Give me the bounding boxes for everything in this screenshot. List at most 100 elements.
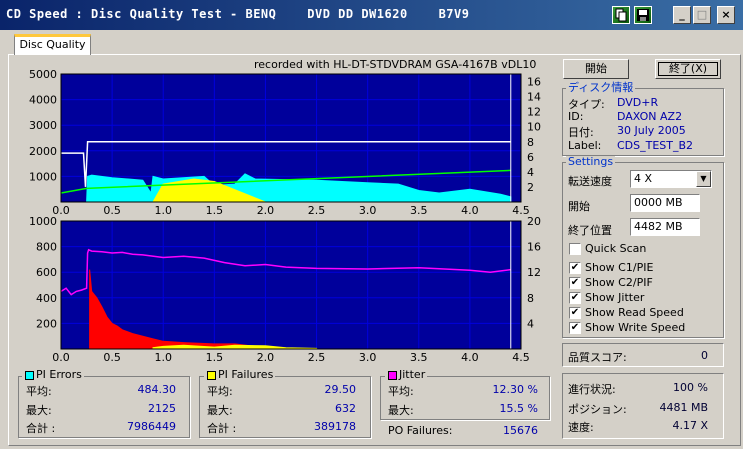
quality-score-label: 品質スコア: xyxy=(568,351,627,364)
pi-errors-max-label: 最大: xyxy=(26,404,52,417)
x-tick-label: 2.0 xyxy=(257,204,275,217)
disc-info-title: ディスク情報 xyxy=(566,81,636,94)
y-right-tick-label: 10 xyxy=(527,121,541,134)
x-tick-label: 4.0 xyxy=(461,351,479,364)
pi-failures-max-label: 最大: xyxy=(207,404,233,417)
position-value: 4481 MB xyxy=(659,401,708,414)
show-c1-label: Show C1/PIE xyxy=(585,261,654,274)
x-tick-label: 4.5 xyxy=(512,351,530,364)
y-left-tick-label: 400 xyxy=(36,292,57,305)
x-tick-label: 2.5 xyxy=(308,204,326,217)
x-tick-label: 3.0 xyxy=(359,351,377,364)
quick-scan-checkbox[interactable] xyxy=(569,243,581,255)
jitter-legend-swatch xyxy=(388,371,397,380)
x-tick-label: 2.5 xyxy=(308,351,326,364)
date-label: 日付: xyxy=(568,126,594,139)
y-right-tick-label: 16 xyxy=(527,241,541,254)
show-c2-label: Show C2/PIF xyxy=(585,276,653,289)
pi-failures-total-value: 389178 xyxy=(314,420,356,433)
progress-value: 100 % xyxy=(673,381,708,394)
pi-failures-avg-value: 29.50 xyxy=(324,383,357,396)
end-position-label: 終了位置 xyxy=(568,224,612,237)
y-right-tick-label: 12 xyxy=(527,266,541,279)
y-right-tick-label: 6 xyxy=(527,151,534,164)
tab-disc-quality[interactable]: Disc Quality xyxy=(14,34,91,55)
x-tick-label: 0.5 xyxy=(103,204,121,217)
label-value: CDS_TEST_B2 xyxy=(617,139,694,152)
pi-errors-legend-swatch xyxy=(25,371,34,380)
start-button[interactable]: 開始 xyxy=(563,59,629,79)
y-left-tick-label: 2000 xyxy=(29,145,57,158)
pi-errors-avg-value: 484.30 xyxy=(137,383,177,396)
current-speed-label: 速度: xyxy=(568,421,594,434)
x-tick-label: 3.0 xyxy=(359,204,377,217)
x-tick-label: 3.5 xyxy=(410,351,428,364)
po-failures-value: 15676 xyxy=(503,424,538,437)
x-tick-label: 0.0 xyxy=(52,351,70,364)
pi-errors-total-label: 合計 : xyxy=(26,422,56,435)
start-position-input[interactable]: 0000 MB xyxy=(630,194,700,212)
jitter-avg-label: 平均: xyxy=(388,385,414,398)
jitter-max-label: 最大: xyxy=(388,404,414,417)
speed-select-value: 4 X xyxy=(634,172,653,185)
settings-title: Settings xyxy=(566,155,616,168)
show-read-speed-label: Show Read Speed xyxy=(585,306,684,319)
show-write-speed-checkbox[interactable]: ✔ xyxy=(569,322,581,334)
pi-failures-total-label: 合計 : xyxy=(207,422,237,435)
pi-errors-chart-svg: 0.0 0.5 1.0 1.5 2.0 2.5 3.0 3.5 4.0 4.5 5000 4000 30… xyxy=(29,68,541,217)
y-left-tick-label: 5000 xyxy=(29,70,57,81)
pi-errors-max-value: 2125 xyxy=(148,402,176,415)
speed-label: 転送速度 xyxy=(568,175,612,188)
y-left-tick-label: 800 xyxy=(36,241,57,254)
maximize-button[interactable]: □ xyxy=(693,6,711,24)
show-jitter-checkbox[interactable]: ✔ xyxy=(569,292,581,304)
label-label: Label: xyxy=(568,139,602,152)
minimize-button[interactable]: _ xyxy=(673,6,691,24)
chevron-down-icon[interactable]: ▼ xyxy=(696,171,711,187)
y-right-tick-label: 4 xyxy=(527,317,534,330)
x-tick-label: 0.5 xyxy=(103,351,121,364)
x-tick-label: 1.5 xyxy=(206,204,224,217)
pi-errors-avg-label: 平均: xyxy=(26,385,52,398)
pi-failures-avg-label: 平均: xyxy=(207,385,233,398)
x-tick-label: 3.5 xyxy=(410,204,428,217)
x-tick-label: 4.0 xyxy=(461,204,479,217)
y-left-tick-label: 1000 xyxy=(29,170,57,183)
position-label: ポジション: xyxy=(568,403,627,416)
x-tick-label: 0.0 xyxy=(52,204,70,217)
y-right-tick-label: 4 xyxy=(527,166,534,179)
x-tick-label: 1.5 xyxy=(206,351,224,364)
y-left-tick-label: 4000 xyxy=(29,94,57,107)
show-c2-checkbox[interactable]: ✔ xyxy=(569,277,581,289)
stop-button[interactable]: 終了(X) xyxy=(655,59,721,79)
speed-select[interactable]: 4 X ▼ xyxy=(630,170,712,188)
y-right-tick-label: 2 xyxy=(527,181,534,194)
show-jitter-label: Show Jitter xyxy=(585,291,645,304)
show-read-speed-checkbox[interactable]: ✔ xyxy=(569,307,581,319)
jitter-chart-svg: 0.0 0.5 1.0 1.5 2.0 2.5 3.0 3.5 4.0 4.5 1000 800 600… xyxy=(29,215,541,364)
show-c1-checkbox[interactable]: ✔ xyxy=(569,262,581,274)
jitter-avg-value: 12.30 % xyxy=(492,383,538,396)
copy-icon[interactable] xyxy=(612,6,630,24)
y-right-tick-label: 8 xyxy=(527,136,534,149)
y-right-tick-label: 8 xyxy=(527,292,534,305)
po-failures-label: PO Failures: xyxy=(388,424,453,437)
close-button[interactable]: × xyxy=(717,6,735,24)
pi-errors-chart: 0.0 0.5 1.0 1.5 2.0 2.5 3.0 3.5 4.0 4.5 5000 4000 30… xyxy=(4,68,562,220)
x-tick-label: 2.0 xyxy=(257,351,275,364)
quick-scan-label: Quick Scan xyxy=(585,242,647,255)
x-tick-label: 1.0 xyxy=(154,351,172,364)
progress-label: 進行状況: xyxy=(568,383,616,396)
y-right-tick-label: 20 xyxy=(527,217,541,228)
type-value: DVD+R xyxy=(617,96,659,109)
save-icon[interactable] xyxy=(634,6,652,24)
id-value: DAXON AZ2 xyxy=(617,110,683,123)
pi-errors-total-value: 7986449 xyxy=(127,420,176,433)
x-tick-label: 4.5 xyxy=(512,204,530,217)
y-left-tick-label: 200 xyxy=(36,317,57,330)
y-right-tick-label: 16 xyxy=(527,76,541,89)
y-right-tick-label: 12 xyxy=(527,106,541,119)
date-value: 30 July 2005 xyxy=(617,124,686,137)
quality-score-value: 0 xyxy=(701,349,708,362)
end-position-input[interactable]: 4482 MB xyxy=(630,218,700,236)
